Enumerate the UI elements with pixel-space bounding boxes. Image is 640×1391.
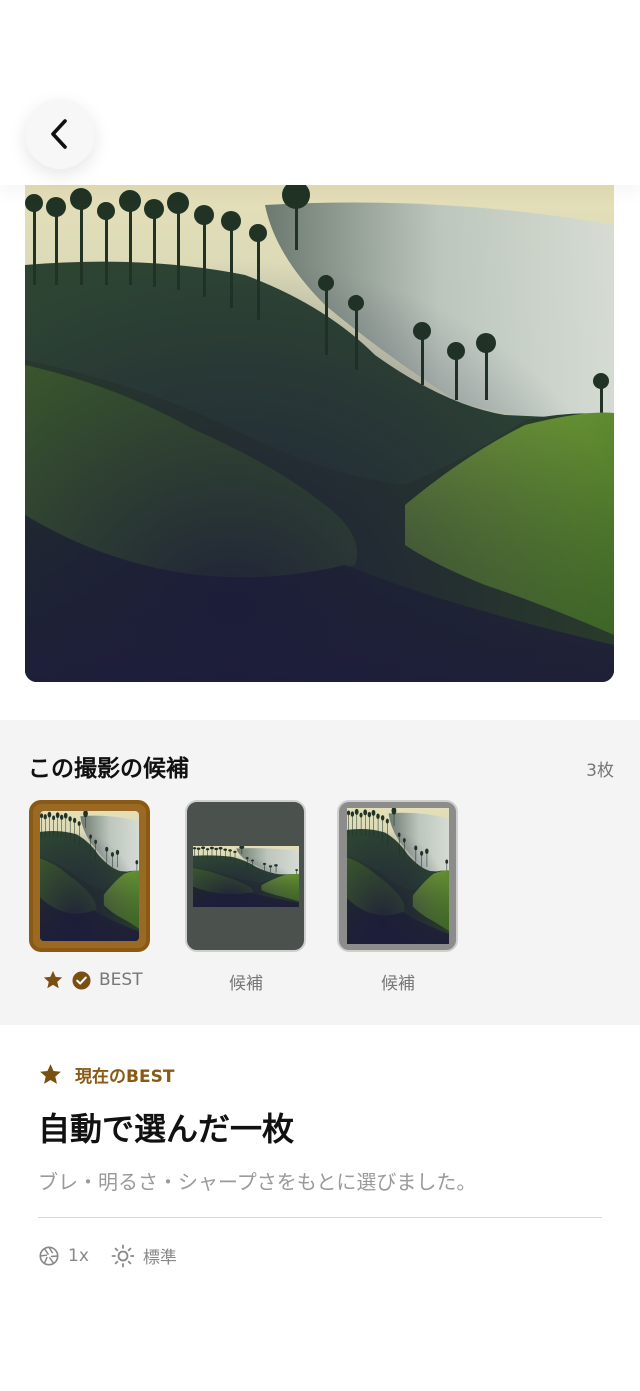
- candidate-thumbnail-best[interactable]: [29, 800, 150, 952]
- top-bar: [0, 0, 640, 185]
- candidates-panel: この撮影の候補 3枚 BEST 候補 候補: [0, 720, 640, 1025]
- candidate-label-3: 候補: [381, 974, 415, 994]
- current-description: ブレ・明るさ・シャープさをもとに選びました。: [38, 1170, 477, 1194]
- candidates-title: この撮影の候補: [28, 756, 189, 782]
- candidate-thumbnail-3[interactable]: [337, 800, 458, 952]
- best-tag-row: 現在のBEST: [38, 1062, 602, 1087]
- main-photo: [25, 185, 614, 682]
- zoom-value: 1x: [68, 1245, 89, 1266]
- exposure-value: 標準: [142, 1248, 177, 1268]
- candidate-label-best: BEST: [42, 969, 143, 991]
- star-icon: [43, 970, 63, 989]
- divider: [38, 1217, 602, 1218]
- candidate-label-text: BEST: [99, 970, 143, 990]
- current-best-section: 現在のBEST 自動で選んだ一枚 ブレ・明るさ・シャープさをもとに選びました。 …: [38, 1062, 602, 1268]
- star-icon: [40, 1064, 61, 1084]
- candidate-label-2: 候補: [229, 974, 263, 994]
- shot-meta: 1x 標準: [38, 1243, 602, 1268]
- candidates-count: 3枚: [586, 761, 614, 781]
- aperture-icon: [39, 1245, 59, 1266]
- candidate-thumbnail-2[interactable]: [185, 800, 306, 952]
- chevron-left-icon: [51, 119, 67, 149]
- current-title: 自動で選んだ一枚: [38, 1110, 295, 1148]
- best-tag-label: 現在のBEST: [75, 1067, 175, 1087]
- sun-icon: [111, 1244, 135, 1267]
- check-circle-icon: [72, 970, 91, 990]
- back-button[interactable]: [25, 99, 95, 169]
